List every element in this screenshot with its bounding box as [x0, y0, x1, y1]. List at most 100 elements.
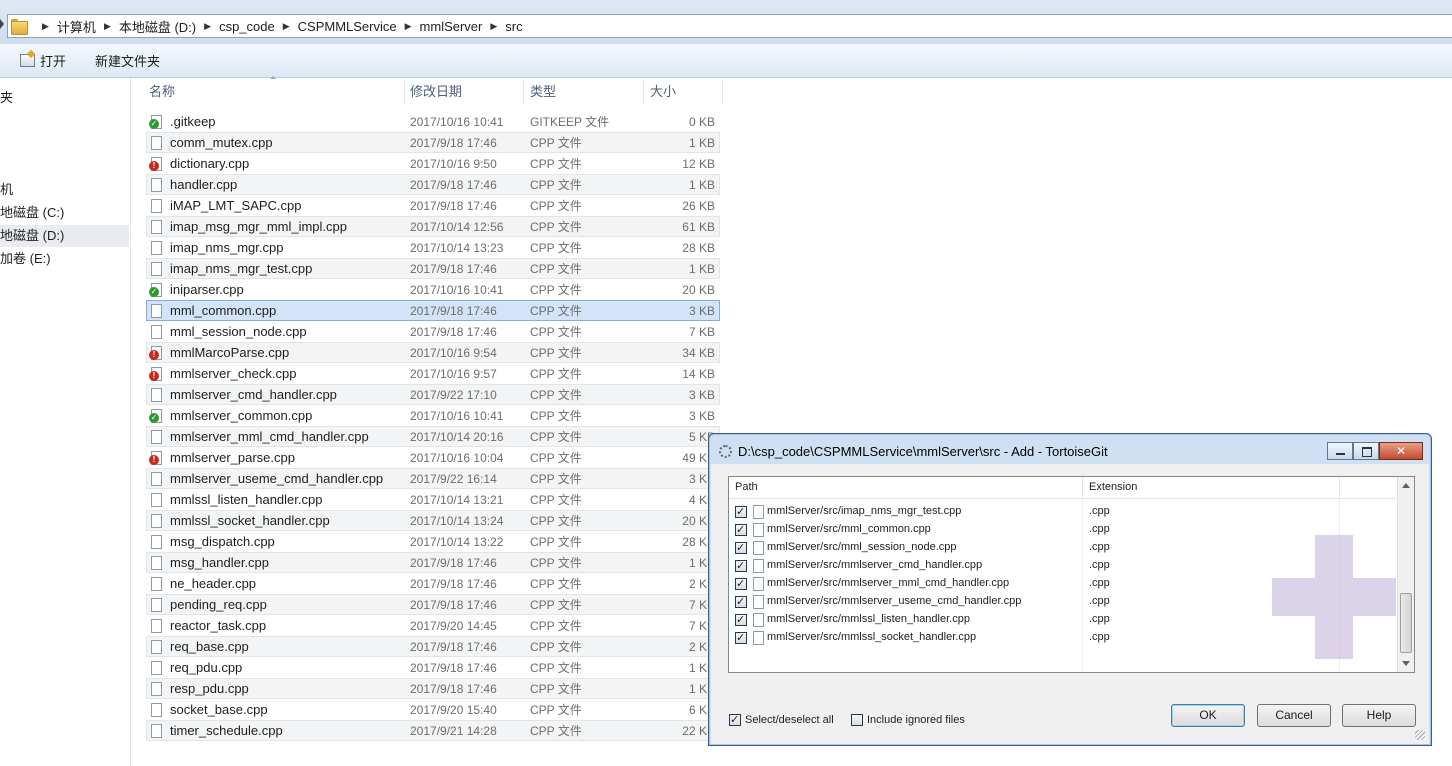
- file-row[interactable]: imap_msg_mgr_mml_impl.cpp 2017/10/14 12:5…: [146, 216, 720, 237]
- file-row[interactable]: mmlserver_check.cpp 2017/10/16 9:57 CPP 文件…: [146, 363, 720, 384]
- file-row[interactable]: req_base.cpp 2017/9/18 17:46 CPP 文件 2 KB: [146, 636, 720, 657]
- file-row[interactable]: dictionary.cpp 2017/10/16 9:50 CPP 文件 12 KB: [146, 153, 720, 174]
- chevron-right-icon[interactable]: ▶: [204, 21, 211, 32]
- maximize-button[interactable]: [1353, 442, 1379, 460]
- column-header-type[interactable]: 类型: [530, 80, 556, 104]
- row-checkbox[interactable]: [735, 595, 747, 608]
- chevron-right-icon[interactable]: ▶: [104, 21, 111, 32]
- nav-arrow-icon[interactable]: [0, 19, 4, 29]
- file-row[interactable]: mml_common.cpp 2017/9/18 17:46 CPP 文件 3 KB: [146, 300, 720, 321]
- breadcrumb-csp-code[interactable]: csp_code: [219, 19, 275, 34]
- file-row[interactable]: msg_dispatch.cpp 2017/10/14 13:22 CPP 文件 28…: [146, 531, 720, 552]
- file-row[interactable]: handler.cpp 2017/9/18 17:46 CPP 文件 1 KB: [146, 174, 720, 195]
- close-button[interactable]: [1379, 442, 1423, 460]
- file-row[interactable]: reactor_task.cpp 2017/9/20 14:45 CPP 文件 7 K…: [146, 615, 720, 636]
- file-row[interactable]: mml_session_node.cpp 2017/9/18 17:46 CPP 文…: [146, 321, 720, 342]
- new-folder-button[interactable]: 新建文件夹: [95, 51, 160, 70]
- file-row[interactable]: mmlserver_cmd_handler.cpp 2017/9/22 17:10…: [146, 384, 720, 405]
- file-row[interactable]: iMAP_LMT_SAPC.cpp 2017/9/18 17:46 CPP 文件 26…: [146, 195, 720, 216]
- chevron-right-icon[interactable]: ▶: [490, 21, 497, 32]
- nav-item-drive-d[interactable]: 地磁盘 (D:): [0, 225, 129, 247]
- dialog-title-bar[interactable]: D:\csp_code\CSPMMLService\mmlServer\src …: [719, 444, 1108, 459]
- checklist-row[interactable]: mmlServer/src/mmlserver_useme_cmd_handle…: [729, 593, 1399, 611]
- breadcrumb-cspmmlservice[interactable]: CSPMMLService: [298, 19, 397, 34]
- checklist-row[interactable]: mmlServer/src/mmlserver_cmd_handler.cpp.…: [729, 557, 1399, 575]
- breadcrumb-drive-d[interactable]: 本地磁盘 (D:): [119, 17, 196, 36]
- file-type: CPP 文件: [530, 514, 582, 528]
- checklist-row[interactable]: mmlServer/src/mml_common.cpp .cpp: [729, 521, 1399, 539]
- file-row[interactable]: pending_req.cpp 2017/9/18 17:46 CPP 文件 7 KB: [146, 594, 720, 615]
- column-header-path[interactable]: Path: [735, 481, 758, 493]
- row-checkbox[interactable]: [735, 559, 747, 572]
- open-button[interactable]: 打开: [0, 51, 66, 70]
- file-row[interactable]: socket_base.cpp 2017/9/20 15:40 CPP 文件 6 KB: [146, 699, 720, 720]
- checkbox-box[interactable]: [729, 713, 741, 726]
- chevron-right-icon[interactable]: ▶: [283, 21, 290, 32]
- nav-item-folder[interactable]: 夹: [0, 87, 129, 109]
- scroll-down-icon[interactable]: [1402, 661, 1410, 666]
- vertical-scrollbar[interactable]: [1397, 477, 1414, 672]
- column-header-extension[interactable]: Extension: [1089, 481, 1137, 493]
- file-row[interactable]: iniparser.cpp 2017/10/16 10:41 CPP 文件 20 KB: [146, 279, 720, 300]
- scroll-up-icon[interactable]: [1402, 483, 1410, 488]
- checkbox-box[interactable]: [851, 714, 863, 726]
- column-divider[interactable]: [1082, 477, 1083, 499]
- checklist-row[interactable]: mmlServer/src/imap_nms_mgr_test.cpp .cpp: [729, 503, 1399, 521]
- checklist-row[interactable]: mmlServer/src/mmlssl_listen_handler.cpp.…: [729, 611, 1399, 629]
- select-all-checkbox[interactable]: Select/deselect all: [729, 713, 834, 726]
- scroll-thumb[interactable]: [1400, 593, 1412, 653]
- checklist-row[interactable]: mmlServer/src/mmlssl_socket_handler.cpp.…: [729, 629, 1399, 647]
- column-divider[interactable]: [404, 80, 405, 104]
- file-row[interactable]: timer_schedule.cpp 2017/9/21 14:28 CPP 文件 2…: [146, 720, 720, 741]
- column-header-name[interactable]: 名称: [149, 80, 175, 104]
- file-row[interactable]: mmlssl_socket_handler.cpp 2017/10/14 13:2…: [146, 510, 720, 531]
- minimize-button[interactable]: [1327, 442, 1353, 460]
- column-divider[interactable]: [523, 80, 524, 104]
- breadcrumb-computer[interactable]: 计算机: [57, 17, 96, 36]
- file-row[interactable]: mmlserver_useme_cmd_handler.cpp 2017/9/22…: [146, 468, 720, 489]
- chevron-right-icon[interactable]: ▶: [405, 21, 412, 32]
- file-row[interactable]: comm_mutex.cpp 2017/9/18 17:46 CPP 文件 1 KB: [146, 132, 720, 153]
- resize-grip-icon[interactable]: [1415, 730, 1425, 740]
- file-row[interactable]: mmlssl_listen_handler.cpp 2017/10/14 13:2…: [146, 489, 720, 510]
- checklist-row[interactable]: mmlServer/src/mml_session_node.cpp .cpp: [729, 539, 1399, 557]
- ok-button[interactable]: OK: [1171, 704, 1245, 727]
- help-button[interactable]: Help: [1342, 704, 1416, 727]
- column-divider[interactable]: [643, 80, 644, 104]
- file-row[interactable]: mmlserver_parse.cpp 2017/10/16 10:04 CPP 文…: [146, 447, 720, 468]
- row-checkbox[interactable]: [735, 577, 747, 590]
- row-checkbox[interactable]: [735, 505, 747, 518]
- nav-item-drive-c[interactable]: 地磁盘 (C:): [0, 202, 129, 224]
- checklist-row[interactable]: mmlServer/src/mmlserver_mml_cmd_handler.…: [729, 575, 1399, 593]
- column-header-date[interactable]: 修改日期: [410, 80, 462, 104]
- nav-item-computer[interactable]: 机: [0, 179, 129, 201]
- file-row[interactable]: msg_handler.cpp 2017/9/18 17:46 CPP 文件 1 KB: [146, 552, 720, 573]
- breadcrumb-src[interactable]: src: [505, 19, 522, 34]
- column-divider[interactable]: [722, 80, 723, 104]
- nav-item-drive-e[interactable]: 加卷 (E:): [0, 248, 129, 270]
- file-row[interactable]: mmlserver_common.cpp 2017/10/16 10:41 CPP …: [146, 405, 720, 426]
- file-row[interactable]: imap_nms_mgr.cpp 2017/10/14 13:23 CPP 文件 28…: [146, 237, 720, 258]
- file-row[interactable]: mmlserver_mml_cmd_handler.cpp 2017/10/14 …: [146, 426, 720, 447]
- cancel-button[interactable]: Cancel: [1257, 704, 1331, 727]
- column-header-size[interactable]: 大小: [650, 80, 676, 104]
- file-name: mmlserver_mml_cmd_handler.cpp: [170, 429, 369, 444]
- chevron-right-icon[interactable]: ▶: [42, 21, 49, 32]
- row-checkbox[interactable]: [735, 541, 747, 554]
- file-row[interactable]: imap_nms_mgr_test.cpp 2017/9/18 17:46 CPP …: [146, 258, 720, 279]
- row-checkbox[interactable]: [735, 613, 747, 626]
- row-checkbox[interactable]: [735, 631, 747, 644]
- column-divider[interactable]: [1339, 477, 1340, 499]
- include-ignored-checkbox[interactable]: Include ignored files: [851, 714, 965, 726]
- file-date: 2017/10/16 10:41: [410, 114, 504, 129]
- breadcrumb-mmlserver[interactable]: mmlServer: [420, 19, 483, 34]
- file-row[interactable]: .gitkeep 2017/10/16 10:41 GITKEEP 文件 0 KB: [146, 111, 720, 132]
- address-bar[interactable]: ▶ 计算机 ▶ 本地磁盘 (D:) ▶ csp_code ▶ CSPMMLSer…: [7, 14, 1452, 38]
- file-row[interactable]: ne_header.cpp 2017/9/18 17:46 CPP 文件 2 KB: [146, 573, 720, 594]
- row-checkbox[interactable]: [735, 523, 747, 536]
- file-row[interactable]: mmlMarcoParse.cpp 2017/10/16 9:54 CPP 文件 34…: [146, 342, 720, 363]
- row-path: mmlServer/src/mmlserver_cmd_handler.cpp: [767, 559, 983, 571]
- file-row[interactable]: req_pdu.cpp 2017/9/18 17:46 CPP 文件 1 KB: [146, 657, 720, 678]
- file-icon: [151, 556, 162, 570]
- file-row[interactable]: resp_pdu.cpp 2017/9/18 17:46 CPP 文件 1 KB: [146, 678, 720, 699]
